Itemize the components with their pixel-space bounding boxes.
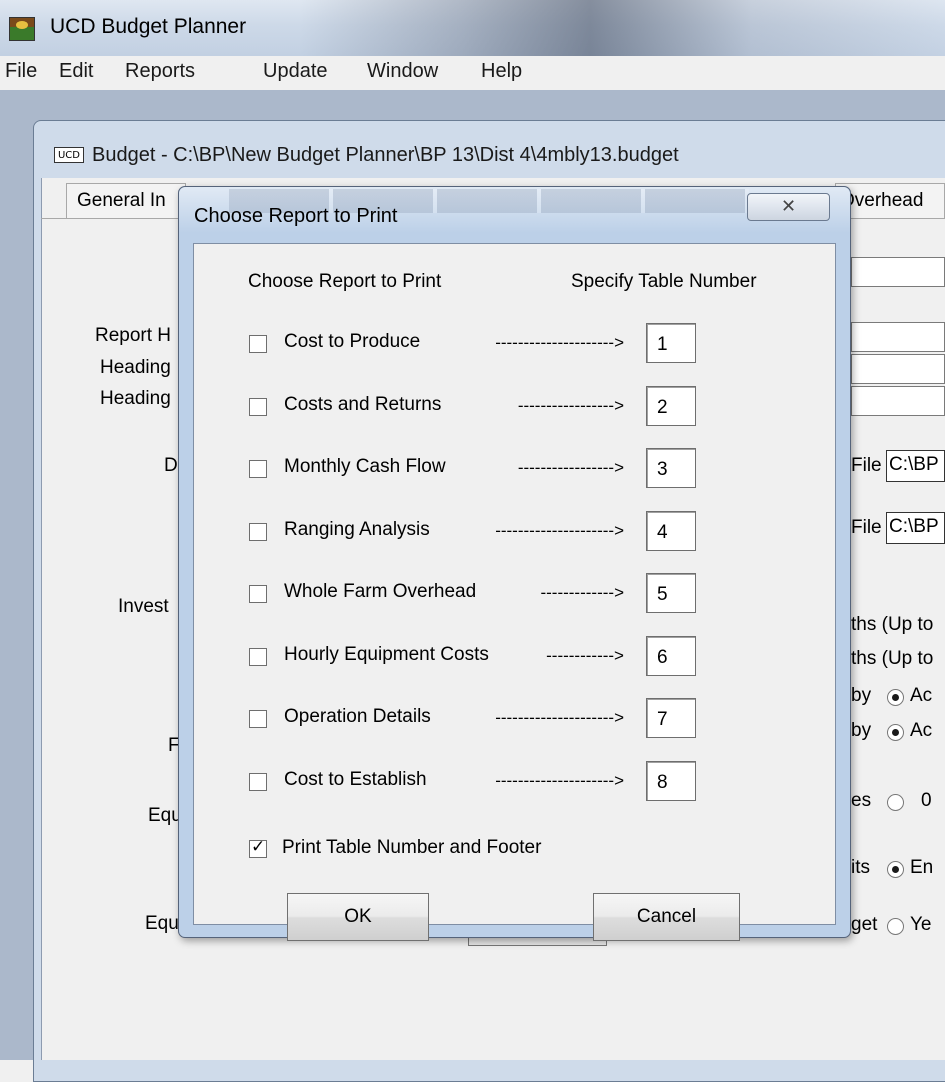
radio-label: Ye — [910, 914, 932, 935]
dialog-title: Choose Report to Print — [194, 205, 398, 227]
background-field[interactable] — [851, 354, 945, 384]
app-icon[interactable] — [9, 17, 35, 41]
report-label: Cost to Establish — [284, 769, 427, 790]
arrow-leader: ------------> — [546, 646, 624, 665]
heading-label-2: Heading — [100, 388, 171, 409]
file-path-field-1[interactable]: C:\BP — [886, 450, 945, 482]
close-icon: ✕ — [780, 196, 797, 217]
budget-window-title: Budget - C:\BP\New Budget Planner\BP 13\… — [92, 144, 679, 166]
footer-checkbox[interactable]: ✓ — [249, 837, 267, 858]
report-label: Whole Farm Overhead — [284, 581, 477, 602]
cancel-button[interactable]: Cancel — [593, 893, 740, 941]
table-number-input[interactable]: 6 — [646, 636, 696, 676]
report-checkbox[interactable] — [249, 460, 267, 478]
report-checkbox[interactable] — [249, 648, 267, 666]
ok-button[interactable]: OK — [287, 893, 429, 941]
report-checkbox[interactable] — [249, 335, 267, 353]
report-heading-label: Report H — [95, 325, 172, 346]
table-number-input[interactable]: 2 — [646, 386, 696, 426]
choose-report-dialog: Choose Report to Print ✕ Choose Report t… — [178, 186, 851, 941]
menu-edit[interactable]: Edit — [59, 60, 93, 83]
by-label-1: by — [851, 685, 872, 706]
arrow-leader: -------------> — [540, 583, 624, 602]
file-path-field-2[interactable]: C:\BP — [886, 512, 945, 544]
arrow-leader: -----------------> — [517, 396, 624, 415]
tab-general-info[interactable]: General In — [66, 183, 186, 219]
table-number-input[interactable]: 5 — [646, 573, 696, 613]
table-number-input[interactable]: 3 — [646, 448, 696, 488]
equ-label-2: Equ — [145, 913, 179, 934]
report-checkbox[interactable] — [249, 398, 267, 416]
table-number-input[interactable]: 1 — [646, 323, 696, 363]
radio-button[interactable] — [887, 724, 904, 741]
radio-button[interactable] — [887, 918, 904, 935]
close-button[interactable]: ✕ — [747, 193, 830, 221]
by-label-2: by — [851, 720, 872, 741]
radio-button[interactable] — [887, 861, 904, 878]
months-label-2: ths (Up to — [851, 648, 934, 669]
es-label: es — [851, 790, 872, 811]
radio-label: Ac — [910, 720, 933, 741]
d-label: D — [164, 455, 178, 476]
table-number-input[interactable]: 4 — [646, 511, 696, 551]
radio-button[interactable] — [887, 794, 904, 811]
menu-update[interactable]: Update — [263, 60, 328, 83]
menu-window[interactable]: Window — [367, 60, 438, 83]
menu-file[interactable]: File — [5, 60, 37, 83]
report-checkbox[interactable] — [249, 523, 267, 541]
report-label: Operation Details — [284, 706, 431, 727]
report-checkbox[interactable] — [249, 773, 267, 791]
file-label-1: File — [851, 455, 882, 476]
arrow-leader: ---------------------> — [495, 771, 624, 790]
report-label: Ranging Analysis — [284, 519, 430, 540]
app-title: UCD Budget Planner — [50, 15, 247, 38]
months-label-1: ths (Up to — [851, 614, 934, 635]
report-label: Cost to Produce — [284, 331, 421, 352]
menu-reports[interactable]: Reports — [125, 60, 195, 83]
report-label: Monthly Cash Flow — [284, 456, 446, 477]
arrow-leader: ---------------------> — [495, 333, 624, 352]
radio-label: 0 — [921, 790, 932, 811]
background-field[interactable] — [851, 386, 945, 416]
heading-label-1: Heading — [100, 357, 171, 378]
its-label: its — [851, 857, 870, 878]
table-number-input[interactable]: 8 — [646, 761, 696, 801]
tab-overhead[interactable]: Overhead — [835, 183, 945, 219]
radio-button[interactable] — [887, 689, 904, 706]
background-field[interactable] — [851, 322, 945, 352]
table-number-header: Specify Table Number — [571, 271, 757, 292]
check-icon: ✓ — [251, 837, 266, 857]
report-checkbox[interactable] — [249, 585, 267, 603]
arrow-leader: -----------------> — [517, 458, 624, 477]
footer-checkbox-label: Print Table Number and Footer — [282, 837, 542, 858]
invest-label: Invest — [118, 596, 169, 617]
dialog-body: Choose Report to Print Specify Table Num… — [193, 243, 836, 941]
budget-window-icon: UCD — [54, 147, 84, 163]
radio-label: En — [910, 857, 934, 878]
equ-label-1: Equ — [148, 805, 182, 826]
report-label: Costs and Returns — [284, 394, 442, 415]
tab-label: General In — [77, 190, 166, 211]
background-field[interactable] — [851, 257, 945, 287]
background-button-edge — [468, 937, 607, 946]
file-label-2: File — [851, 517, 882, 538]
arrow-leader: ---------------------> — [495, 521, 624, 540]
menu-help[interactable]: Help — [481, 60, 522, 83]
menu-bar: File Edit Reports Update Window Help — [0, 56, 945, 90]
tab-label: Overhead — [840, 190, 924, 211]
arrow-leader: ---------------------> — [495, 708, 624, 727]
get-label: get — [851, 914, 878, 935]
report-label: Hourly Equipment Costs — [284, 644, 489, 665]
table-number-input[interactable]: 7 — [646, 698, 696, 738]
radio-label: Ac — [910, 685, 933, 706]
choose-report-header: Choose Report to Print — [248, 271, 442, 292]
report-checkbox[interactable] — [249, 710, 267, 728]
